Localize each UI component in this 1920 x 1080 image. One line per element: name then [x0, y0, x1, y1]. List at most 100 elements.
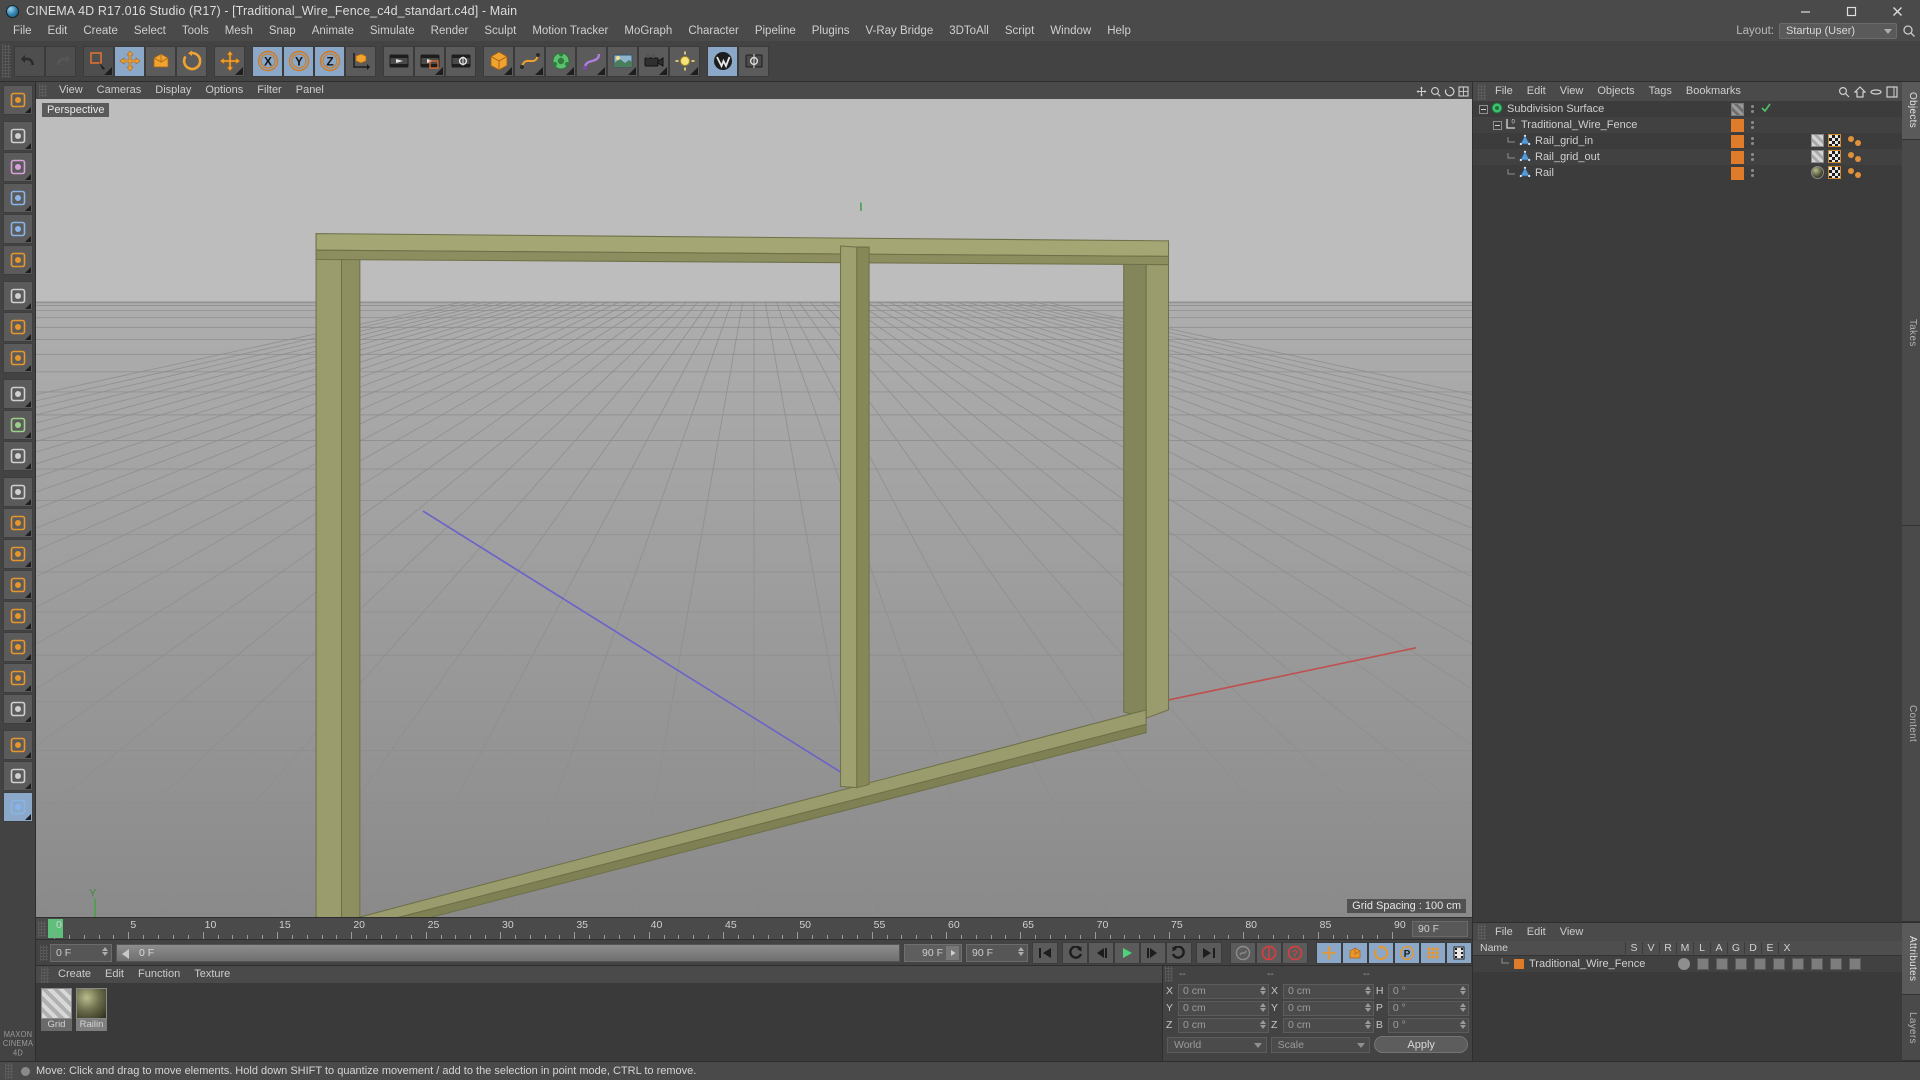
material-railin[interactable]: Railin: [76, 988, 107, 1061]
menu-item-edit[interactable]: Edit: [40, 22, 76, 41]
menu-item-select[interactable]: Select: [126, 22, 174, 41]
timeline-grip[interactable]: [38, 920, 46, 937]
attribute-menu-edit[interactable]: Edit: [1520, 924, 1553, 941]
cap-icon[interactable]: [1830, 958, 1842, 970]
play-button[interactable]: [1114, 941, 1140, 964]
goto-end-button[interactable]: [1196, 941, 1222, 964]
add-generator-button[interactable]: [545, 45, 576, 77]
max-frame-display[interactable]: 90 F: [904, 943, 962, 962]
animation-layer-button[interactable]: [2, 477, 33, 507]
status-grip[interactable]: [5, 1063, 13, 1079]
position-z-field[interactable]: 0 cm: [1178, 1017, 1269, 1033]
viewport-menu-view[interactable]: View: [52, 82, 90, 99]
object-menu-view[interactable]: View: [1553, 82, 1591, 101]
rotate-tool[interactable]: [176, 45, 207, 77]
menu-item-animate[interactable]: Animate: [304, 22, 362, 41]
menu-item-file[interactable]: File: [5, 22, 40, 41]
parameter-key-toggle[interactable]: P: [1394, 941, 1420, 964]
side-tab-objects[interactable]: Objects: [1902, 82, 1920, 140]
timeline-scrubber[interactable]: 0 F: [116, 943, 900, 962]
material-menu-edit[interactable]: Edit: [98, 966, 131, 983]
enabled-check-icon[interactable]: [1761, 103, 1771, 116]
autokeying-button[interactable]: [1230, 941, 1256, 964]
value-stepper[interactable]: [1364, 1019, 1371, 1029]
undo-button[interactable]: [14, 45, 45, 77]
attribute-menu-file[interactable]: File: [1488, 924, 1520, 941]
world-object-coordinates[interactable]: [345, 45, 376, 77]
attribute-rows[interactable]: Traditional_Wire_Fence: [1473, 956, 1902, 972]
add-spline-button[interactable]: [514, 45, 545, 77]
uvw-tag[interactable]: [1828, 134, 1841, 147]
object-color-swatch[interactable]: [1731, 166, 1744, 180]
value-stepper[interactable]: [1460, 1002, 1467, 1012]
side-tab-takes[interactable]: Takes: [1902, 140, 1920, 527]
render-view-button[interactable]: [383, 45, 414, 77]
edge-mode-button[interactable]: [2, 214, 33, 244]
rotation-h-field[interactable]: 0 °: [1387, 983, 1470, 999]
object-color-swatch[interactable]: [1731, 134, 1744, 148]
step-forward-button[interactable]: [1140, 941, 1166, 964]
value-stepper[interactable]: [1460, 985, 1467, 995]
menu-item-help[interactable]: Help: [1099, 22, 1139, 41]
material-manager-grip[interactable]: [41, 966, 49, 983]
key-button[interactable]: [2, 508, 33, 538]
phong-tag[interactable]: [1848, 151, 1861, 162]
layer-icon[interactable]: [1773, 958, 1785, 970]
viewport-menu-display[interactable]: Display: [148, 82, 198, 99]
tweak-mode-button[interactable]: [2, 441, 33, 471]
viewport-perspective[interactable]: Y X Z Perspective Grid Spacing : 100 cm: [36, 99, 1472, 917]
param-key-button[interactable]: [2, 663, 33, 693]
value-stepper[interactable]: [1460, 1019, 1467, 1029]
close-button[interactable]: [1874, 0, 1920, 22]
position-key-button[interactable]: [2, 570, 33, 600]
add-environment-button[interactable]: [607, 45, 638, 77]
prev-keyframe-button[interactable]: [1062, 941, 1088, 964]
menu-item-mesh[interactable]: Mesh: [217, 22, 261, 41]
play-forward-icon[interactable]: [946, 945, 959, 960]
object-row-rail-grid-in[interactable]: Rail_grid_in: [1473, 133, 1902, 149]
toolbar-grip[interactable]: [2, 44, 11, 78]
viewport-grip[interactable]: [39, 84, 47, 97]
value-stepper[interactable]: [1259, 985, 1266, 995]
move-tool[interactable]: [114, 45, 145, 77]
render-icon[interactable]: [1716, 958, 1728, 970]
rotation-b-field[interactable]: 0 °: [1387, 1017, 1470, 1033]
point-mode-button[interactable]: [2, 183, 33, 213]
frame-stepper[interactable]: [102, 946, 108, 956]
material-tag[interactable]: [1811, 166, 1824, 179]
maximize-button[interactable]: [1828, 0, 1874, 22]
enable-axis-button[interactable]: [2, 312, 33, 342]
vray-settings-button[interactable]: [738, 45, 769, 77]
visibility-dot-icon[interactable]: [1678, 958, 1690, 970]
menu-item-create[interactable]: Create: [75, 22, 126, 41]
deform-icon[interactable]: [1811, 958, 1823, 970]
phong-tag[interactable]: [1848, 135, 1861, 146]
uvw-tag[interactable]: [1828, 166, 1841, 179]
object-menu-edit[interactable]: Edit: [1520, 82, 1553, 101]
material-menu-create[interactable]: Create: [51, 966, 98, 983]
viewport-menu-panel[interactable]: Panel: [289, 82, 331, 99]
keyframe-selection-toggle[interactable]: [1446, 941, 1472, 964]
scale-key-toggle[interactable]: [1342, 941, 1368, 964]
lock-icon[interactable]: [1754, 958, 1766, 970]
add-light-button[interactable]: [669, 45, 700, 77]
menu-item-render[interactable]: Render: [423, 22, 477, 41]
menu-item-mograph[interactable]: MoGraph: [616, 22, 680, 41]
preview-end-stepper[interactable]: [1018, 946, 1024, 956]
lock-y-axis[interactable]: Y: [283, 45, 314, 77]
menu-item-window[interactable]: Window: [1042, 22, 1099, 41]
side-tab-content[interactable]: Content: [1902, 526, 1920, 922]
coordinates-grip[interactable]: [1165, 966, 1173, 982]
preview-end-field[interactable]: 90 F: [966, 943, 1028, 962]
add-camera-button[interactable]: [638, 45, 669, 77]
expander-toggle[interactable]: [1493, 120, 1502, 130]
menu-item-script[interactable]: Script: [997, 22, 1042, 41]
deformer-toggle-button[interactable]: [2, 410, 33, 440]
visibility-dots[interactable]: [1751, 137, 1754, 145]
layout-select[interactable]: Startup (User): [1779, 23, 1897, 39]
attribute-menu-view[interactable]: View: [1553, 924, 1591, 941]
value-stepper[interactable]: [1364, 1002, 1371, 1012]
uv-button[interactable]: [2, 761, 33, 791]
object-manager-grip[interactable]: [1478, 83, 1486, 100]
transport-grip[interactable]: [40, 944, 48, 961]
